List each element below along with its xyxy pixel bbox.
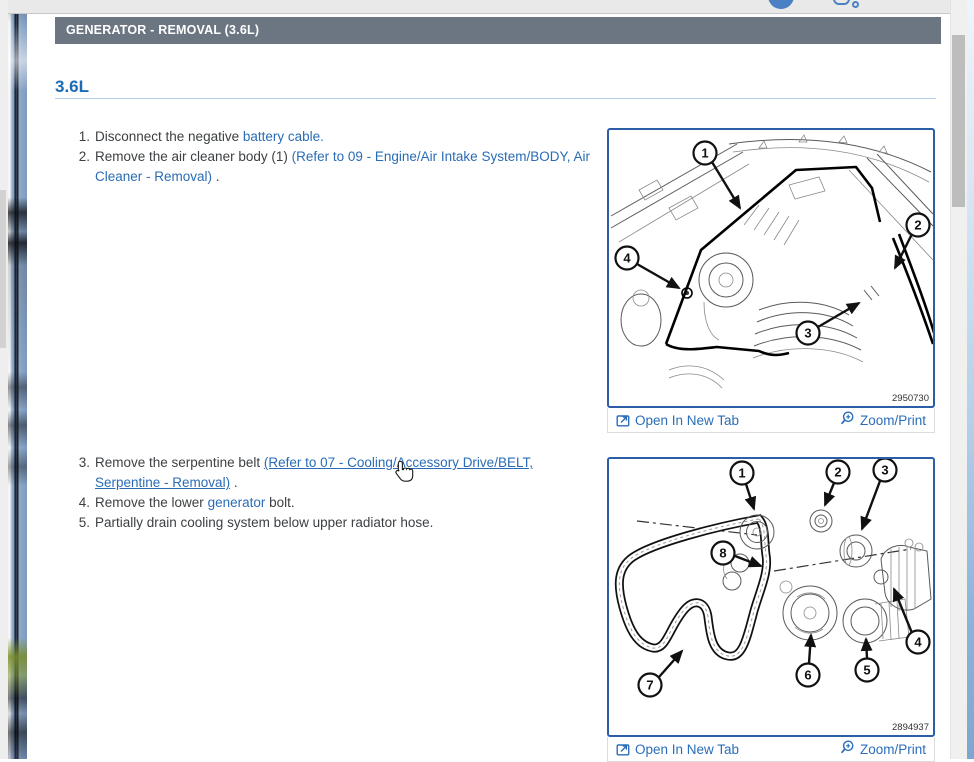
generator-link[interactable]: generator (208, 495, 266, 510)
step-2-text: Remove the air cleaner body (1) (95, 149, 292, 164)
step-3-suffix: . (230, 475, 238, 490)
callout-3: 3 (860, 459, 898, 531)
callout-1: 1 (692, 140, 742, 210)
callout-1: 1 (729, 460, 757, 511)
svg-text:3: 3 (804, 326, 811, 341)
procedure-steps-group-2: 3. Remove the serpentine belt (Refer to … (78, 453, 623, 533)
zoom-print-label: Zoom/Print (859, 412, 926, 428)
callout-6: 6 (795, 633, 821, 688)
svg-text:2: 2 (834, 465, 841, 480)
step-number: 4. (78, 495, 90, 510)
open-in-new-tab-link[interactable]: Open In New Tab (616, 413, 739, 428)
svg-text:5: 5 (863, 663, 870, 678)
search-icon[interactable] (833, 0, 850, 5)
zoom-print-link[interactable]: Zoom/Print (840, 411, 926, 430)
article-title-bar: GENERATOR - REMOVAL (3.6L) (55, 17, 941, 44)
figure-air-cleaner: 1 2 3 4 2950730 Open In New Tab Zoom/Pri… (607, 128, 935, 433)
callout-8: 8 (710, 540, 763, 568)
background-image-strip (8, 0, 27, 759)
search-icon-dot (852, 1, 859, 8)
refer-09-line2: Cleaner - Removal) (95, 169, 213, 184)
svg-text:8: 8 (719, 546, 726, 561)
figure-belt-routing-image: 1 2 3 4 5 6 7 8 2894937 (607, 457, 935, 737)
open-in-new-tab-icon (616, 415, 630, 427)
refer-07-line1: (Refer to 07 - Cooling/Accessory Drive/B… (263, 455, 533, 470)
figure-air-cleaner-image: 1 2 3 4 2950730 (607, 128, 935, 408)
article-title: GENERATOR - REMOVAL (3.6L) (66, 23, 260, 37)
step-text: Disconnect the negative battery cable. (95, 127, 324, 147)
step-4-text: Remove the lower (95, 495, 208, 510)
section-heading: 3.6L (55, 77, 90, 96)
zoom-print-link[interactable]: Zoom/Print (840, 740, 926, 759)
figure-number: 2950730 (892, 393, 929, 404)
toolbar-strip (8, 0, 950, 14)
svg-text:1: 1 (701, 146, 708, 161)
open-in-new-tab-label: Open In New Tab (635, 412, 740, 428)
battery-cable-link[interactable]: battery cable. (243, 129, 324, 144)
step-text: Remove the serpentine belt (Refer to 07 … (95, 453, 533, 493)
zoom-print-icon (840, 740, 854, 753)
step-number: 3. (78, 455, 90, 470)
step-2-suffix: . (212, 169, 220, 184)
figure-action-bar: Open In New Tab Zoom/Print (607, 737, 935, 762)
step-number: 1. (78, 129, 90, 144)
svg-text:3: 3 (881, 463, 888, 478)
open-in-new-tab-icon (616, 744, 630, 756)
zoom-print-icon (840, 411, 854, 424)
svg-text:1: 1 (738, 466, 745, 481)
figure-number: 2894937 (892, 722, 929, 733)
svg-text:7: 7 (646, 678, 653, 693)
procedure-steps-group-1: 1. Disconnect the negative battery cable… (78, 127, 623, 187)
svg-text:2: 2 (914, 218, 921, 233)
callout-5: 5 (854, 637, 880, 683)
background-window-left-edge (0, 0, 8, 759)
step-number: 5. (78, 515, 90, 530)
step-3-text: Remove the serpentine belt (95, 455, 264, 470)
open-in-new-tab-label: Open In New Tab (635, 741, 740, 757)
refer-09-line1: (Refer to 09 - Engine/Air Intake System/… (291, 149, 590, 164)
callout-2: 2 (823, 459, 851, 507)
figure-belt-routing: 1 2 3 4 5 6 7 8 2894937 Open In New Tab … (607, 457, 935, 762)
step-5: 5. Partially drain cooling system below … (78, 513, 623, 533)
step-1-text: Disconnect the negative (95, 129, 243, 144)
step-text: Remove the air cleaner body (1) (Refer t… (95, 147, 590, 187)
engine-bay-diagram: 1 2 3 4 (610, 134, 933, 389)
avatar-icon[interactable] (768, 0, 794, 9)
figure-action-bar: Open In New Tab Zoom/Print (607, 408, 935, 433)
callout-4: 4 (614, 245, 681, 290)
step-3: 3. Remove the serpentine belt (Refer to … (78, 453, 623, 493)
section-heading-rule (55, 98, 936, 99)
zoom-print-label: Zoom/Print (859, 741, 926, 757)
left-scrollbar-thumb[interactable] (0, 190, 6, 348)
svg-text:4: 4 (914, 635, 922, 650)
step-4: 4. Remove the lower generator bolt. (78, 493, 623, 513)
svg-text:4: 4 (623, 251, 631, 266)
svg-text:6: 6 (804, 668, 811, 683)
refer-07-line2: Serpentine - Removal) (95, 475, 231, 490)
step-4-suffix: bolt. (265, 495, 295, 510)
vertical-scrollbar-thumb[interactable] (952, 35, 965, 207)
callout-7: 7 (637, 649, 684, 698)
step-text: Remove the lower generator bolt. (95, 493, 295, 513)
step-text: Partially drain cooling system below upp… (95, 515, 434, 530)
belt-routing-diagram: 1 2 3 4 5 6 7 8 (614, 459, 932, 698)
step-2: 2. Remove the air cleaner body (1) (Refe… (78, 147, 623, 187)
step-number: 2. (78, 149, 90, 164)
open-in-new-tab-link[interactable]: Open In New Tab (616, 742, 739, 757)
background-window-right-edge (967, 0, 974, 759)
step-1: 1. Disconnect the negative battery cable… (78, 127, 623, 147)
